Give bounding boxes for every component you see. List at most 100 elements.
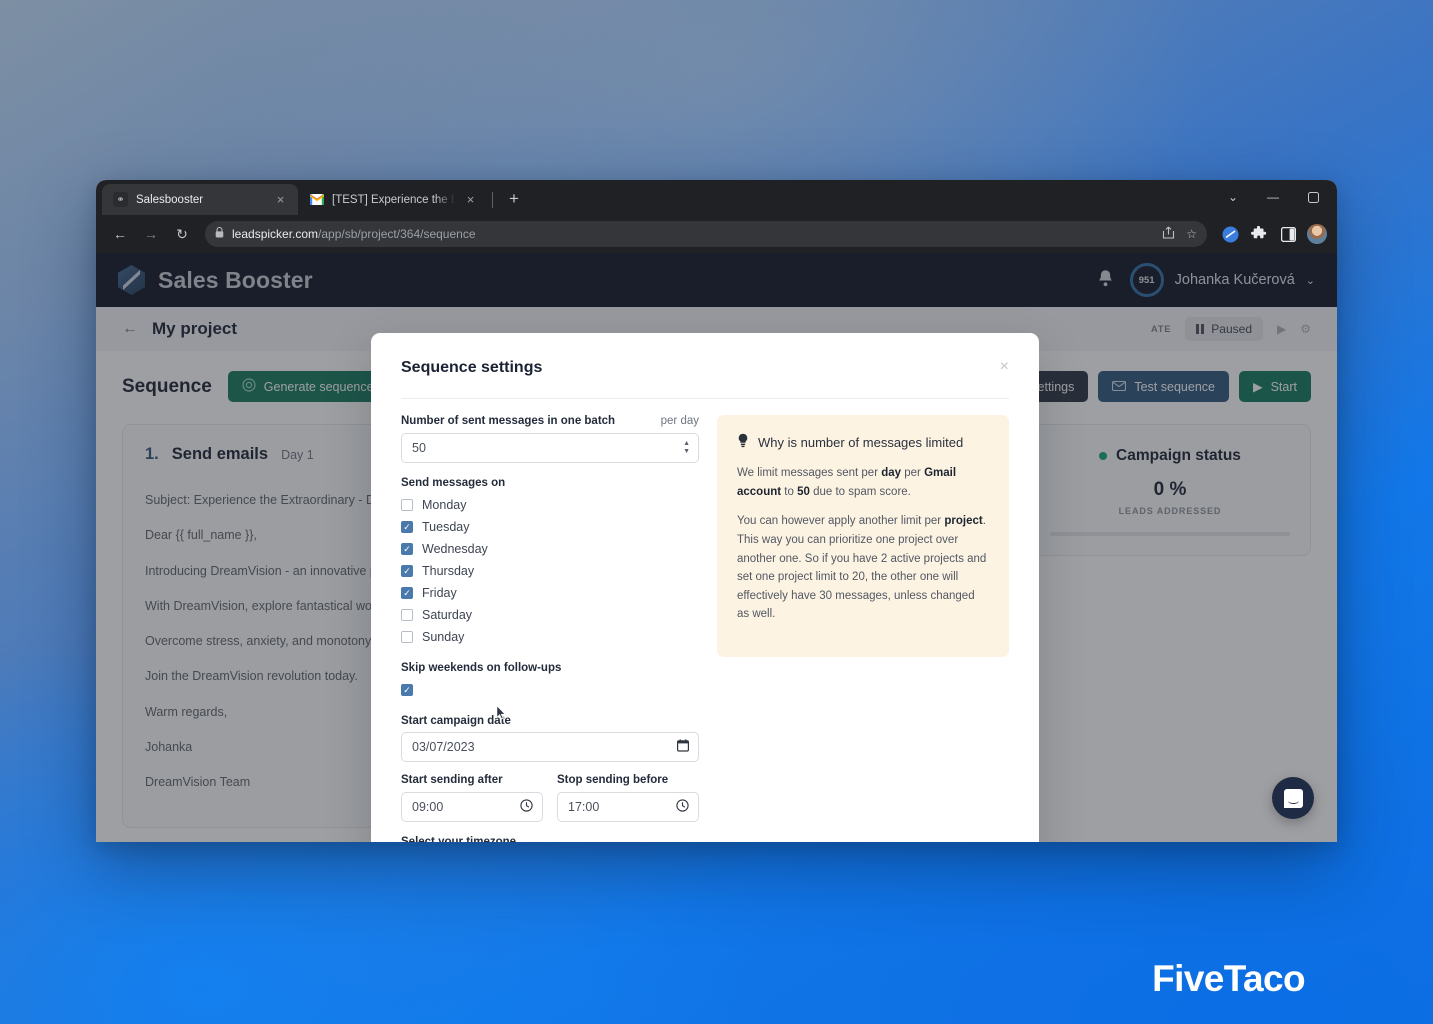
lock-icon [215, 226, 224, 241]
start-after-input[interactable]: 09:00 [401, 792, 543, 822]
stop-before-wrap: 17:00 [557, 792, 699, 822]
browser-toolbar: ← → ↻ leadspicker.com/app/sb/project/364… [96, 215, 1337, 253]
modal-header: Sequence settings × [371, 333, 1039, 377]
gmail-icon [309, 192, 324, 207]
send-days-label: Send messages on [401, 477, 506, 489]
info-text: per [901, 467, 925, 479]
share-icon[interactable] [1162, 226, 1175, 242]
modal-body: Number of sent messages in one batch per… [371, 399, 1039, 842]
day-label: Thursday [422, 564, 475, 578]
skip-weekends-checkbox[interactable] [401, 679, 699, 701]
app-viewport: Sales Booster 951 Johanka Kučerová ⌄ ← M… [96, 253, 1337, 842]
tab-title: [TEST] Experience the Extraordina [332, 193, 455, 206]
close-icon[interactable]: × [273, 192, 288, 207]
batch-suffix: per day [660, 415, 699, 427]
stop-before-label: Stop sending before [557, 774, 669, 786]
info-card-header: Why is number of messages limited [737, 433, 989, 451]
shield-extension-icon[interactable] [1220, 224, 1240, 244]
checkbox-icon[interactable] [401, 521, 413, 533]
puzzle-extension-icon[interactable] [1249, 224, 1269, 244]
stop-before-input[interactable]: 17:00 [557, 792, 699, 822]
browser-window: ⚭ Salesbooster × [TEST] Experience the E… [96, 180, 1337, 842]
info-text: . This way you can prioritize one projec… [737, 515, 987, 621]
browser-tab-strip: ⚭ Salesbooster × [TEST] Experience the E… [96, 180, 1337, 215]
start-after-wrap: 09:00 [401, 792, 543, 822]
close-icon[interactable]: × [463, 192, 478, 207]
day-label: Saturday [422, 608, 473, 622]
skip-weekends-label: Skip weekends on follow-ups [401, 662, 562, 674]
profile-avatar[interactable] [1307, 224, 1327, 244]
tab-title: Salesbooster [136, 193, 204, 206]
tab-divider [492, 192, 493, 208]
window-controls: ⌄ — [1213, 183, 1337, 215]
day-checkbox-saturday[interactable]: Saturday [401, 604, 699, 626]
checkbox-icon[interactable] [401, 587, 413, 599]
info-text: due to spam score. [809, 485, 911, 498]
info-bold-day: day [881, 467, 902, 479]
info-bold-50: 50 [797, 485, 810, 498]
back-icon[interactable]: ← [106, 220, 134, 248]
start-after-label: Start sending after [401, 774, 503, 786]
checkbox-icon[interactable] [401, 684, 413, 696]
info-paragraph-2: You can however apply another limit per … [737, 512, 989, 624]
day-checkbox-monday[interactable]: Monday [401, 494, 699, 516]
info-text: You can however apply another limit per [737, 515, 945, 528]
day-checkbox-thursday[interactable]: Thursday [401, 560, 699, 582]
chevron-down-icon[interactable]: ⌄ [1213, 183, 1253, 211]
info-paragraph-1: We limit messages sent per day per Gmail… [737, 464, 989, 501]
batch-field-label: Number of sent messages in one batch per… [401, 415, 699, 427]
lightbulb-icon [737, 433, 749, 451]
checkbox-icon[interactable] [401, 609, 413, 621]
stop-before-field: Stop sending before 17:00 [557, 774, 699, 822]
info-card: Why is number of messages limited We lim… [717, 415, 1009, 657]
info-column: Why is number of messages limited We lim… [717, 415, 1009, 842]
intercom-launcher[interactable] [1272, 777, 1314, 819]
day-label: Friday [422, 586, 457, 600]
day-label: Monday [422, 498, 467, 512]
batch-input-wrap: 50 ▲ ▼ [401, 433, 699, 463]
day-checkbox-friday[interactable]: Friday [401, 582, 699, 604]
checkbox-icon[interactable] [401, 631, 413, 643]
checkbox-icon[interactable] [401, 543, 413, 555]
sidepanel-icon[interactable] [1278, 224, 1298, 244]
day-label: Sunday [422, 630, 465, 644]
url-path: /app/sb/project/364/sequence [318, 227, 476, 241]
day-label: Tuesday [422, 520, 470, 534]
day-checkbox-tuesday[interactable]: Tuesday [401, 516, 699, 538]
checkbox-icon[interactable] [401, 565, 413, 577]
info-card-title: Why is number of messages limited [758, 434, 964, 450]
url-text: leadspicker.com/app/sb/project/364/seque… [232, 227, 476, 241]
address-bar[interactable]: leadspicker.com/app/sb/project/364/seque… [205, 221, 1207, 247]
browser-tab-gmail[interactable]: [TEST] Experience the Extraordina × [298, 184, 488, 215]
day-checkbox-wednesday[interactable]: Wednesday [401, 538, 699, 560]
browser-tab-salesbooster[interactable]: ⚭ Salesbooster × [102, 184, 298, 215]
close-icon[interactable]: × [1000, 359, 1009, 375]
chat-bubble-icon [1283, 788, 1303, 808]
extension-toolbar [1216, 224, 1327, 244]
start-date-input[interactable]: 03/07/2023 [401, 732, 699, 762]
modal-title: Sequence settings [401, 359, 543, 376]
minimize-button[interactable]: — [1253, 183, 1293, 211]
day-label: Wednesday [422, 542, 488, 556]
url-host: leadspicker.com [232, 227, 319, 241]
maximize-button[interactable] [1293, 183, 1333, 211]
info-text: We limit messages sent per [737, 467, 882, 479]
timezone-label: Select your timezone [401, 836, 517, 842]
batch-size-input[interactable]: 50 [401, 433, 699, 463]
salesbooster-icon: ⚭ [113, 192, 128, 207]
number-stepper-icon[interactable]: ▲ ▼ [683, 440, 690, 455]
day-checkbox-sunday[interactable]: Sunday [401, 626, 699, 648]
sequence-settings-modal: Sequence settings × Number of sent messa… [371, 333, 1039, 842]
checkbox-icon[interactable] [401, 499, 413, 511]
settings-form-column: Number of sent messages in one batch per… [401, 415, 699, 842]
bookmark-star-icon[interactable]: ☆ [1186, 227, 1197, 241]
new-tab-button[interactable]: + [501, 186, 527, 212]
omnibox-actions: ☆ [1162, 226, 1197, 242]
time-range-row: Start sending after 09:00 Stop sending b… [401, 774, 699, 822]
watermark: FiveTaco [1152, 958, 1305, 999]
info-text: to [781, 485, 798, 498]
reload-icon[interactable]: ↻ [168, 220, 196, 248]
start-after-field: Start sending after 09:00 [401, 774, 543, 822]
forward-icon[interactable]: → [137, 220, 165, 248]
start-date-label: Start campaign date [401, 715, 511, 727]
